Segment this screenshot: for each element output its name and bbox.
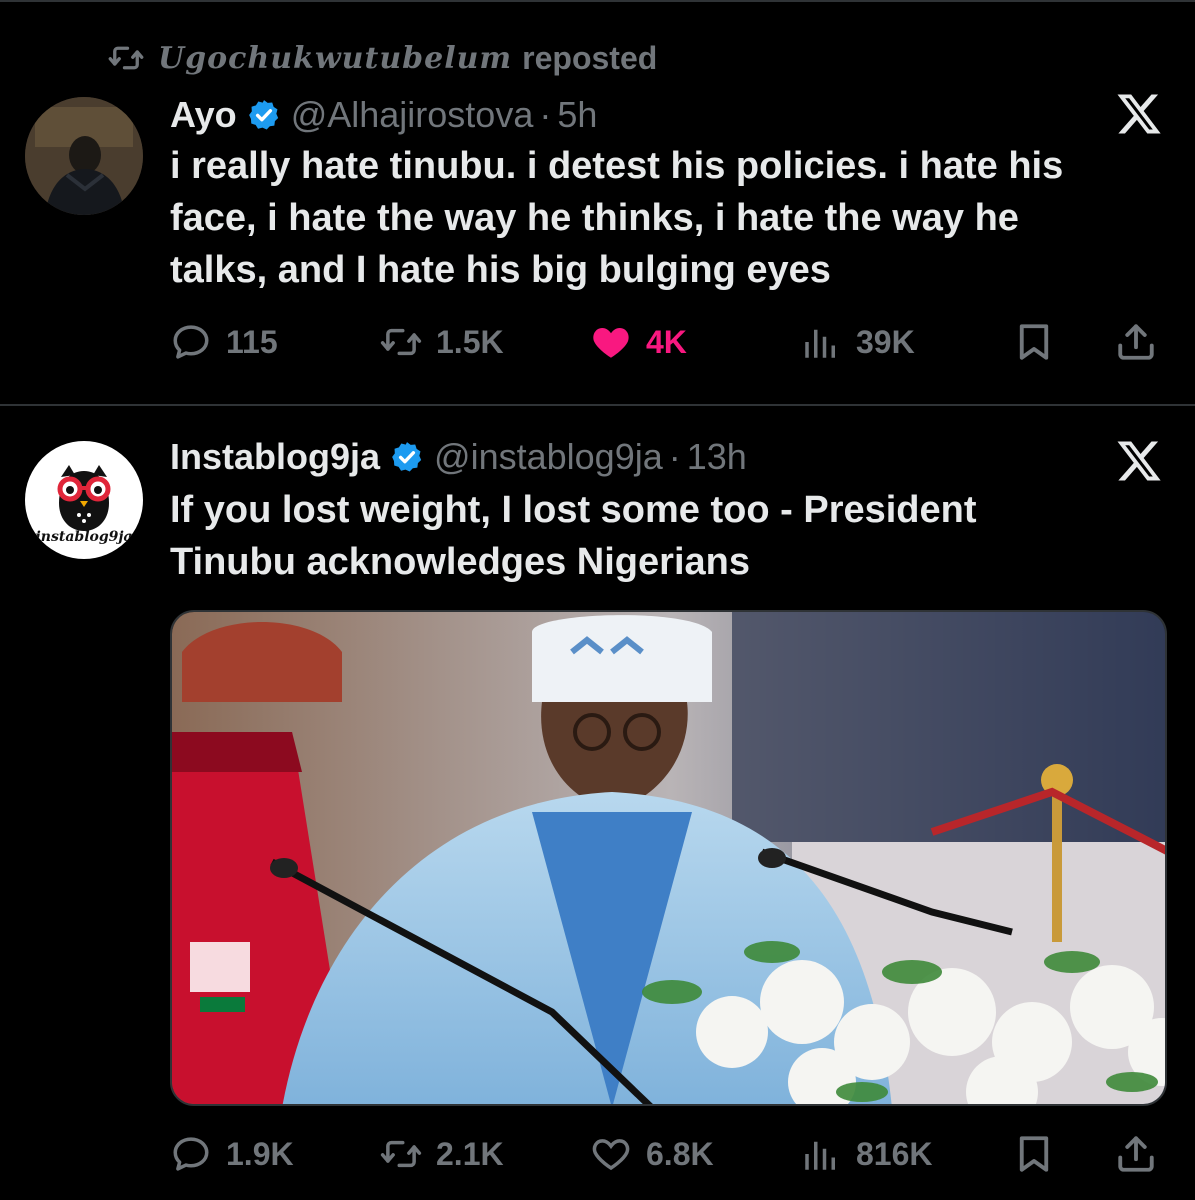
bookmark-icon bbox=[1019, 1136, 1049, 1172]
handle[interactable]: @Alhajirostova bbox=[291, 94, 534, 136]
views-button[interactable]: 39K bbox=[800, 312, 915, 372]
share-button[interactable] bbox=[1115, 312, 1157, 372]
like-button[interactable]: 6.8K bbox=[590, 1124, 714, 1184]
handle[interactable]: @instablog9ja bbox=[434, 436, 663, 478]
repost-icon bbox=[108, 46, 144, 70]
repost-icon bbox=[380, 328, 422, 356]
display-name[interactable]: Instablog9ja bbox=[170, 436, 380, 478]
separator: · bbox=[539, 94, 552, 135]
timestamp[interactable]: 5h bbox=[557, 94, 597, 136]
bookmark-button[interactable] bbox=[1013, 312, 1055, 372]
like-icon bbox=[593, 328, 629, 358]
avatar-text: instablog9ja bbox=[35, 529, 132, 545]
reply-button[interactable]: 115 bbox=[170, 312, 278, 372]
display-name[interactable]: Ayo bbox=[170, 94, 237, 136]
top-border bbox=[0, 0, 1195, 2]
timestamp[interactable]: 13h bbox=[687, 436, 747, 478]
x-logo-icon bbox=[1117, 94, 1161, 134]
like-count: 6.8K bbox=[646, 1135, 714, 1172]
bookmark-button[interactable] bbox=[1013, 1124, 1055, 1184]
share-icon bbox=[1118, 324, 1154, 360]
repost-count: 1.5K bbox=[436, 323, 504, 360]
tweet-text-line: talks, and I hate his big bulging eyes bbox=[170, 249, 831, 291]
tweet-text: i really hate tinubu. i detest his polic… bbox=[170, 140, 1063, 296]
tweet-text: If you lost weight, I lost some too - Pr… bbox=[170, 484, 977, 588]
tweet-header: Ayo @Alhajirostova · 5h bbox=[170, 90, 597, 140]
tweet-text-line: face, i hate the way he thinks, i hate t… bbox=[170, 197, 1019, 239]
repost-button[interactable]: 1.5K bbox=[380, 312, 504, 372]
repost-indicator[interactable]: Ugochukwutubelum reposted bbox=[108, 36, 657, 80]
like-button[interactable]: 4K bbox=[590, 312, 687, 372]
repost-count: 2.1K bbox=[436, 1135, 504, 1172]
tweet-text-line: i really hate tinubu. i detest his polic… bbox=[170, 145, 1064, 187]
views-count: 39K bbox=[856, 323, 915, 360]
tweet-divider bbox=[0, 404, 1195, 406]
views-count: 816K bbox=[856, 1135, 933, 1172]
action-bar: 115 1.5K 4K 39K bbox=[170, 312, 1165, 372]
avatar[interactable] bbox=[25, 97, 143, 215]
repost-button[interactable]: 2.1K bbox=[380, 1124, 504, 1184]
like-icon bbox=[592, 1139, 630, 1171]
bookmark-icon bbox=[1019, 324, 1049, 360]
tweet-header: Instablog9ja @instablog9ja · 13h bbox=[170, 432, 747, 482]
views-button[interactable]: 816K bbox=[800, 1124, 933, 1184]
separator: · bbox=[668, 436, 681, 477]
share-button[interactable] bbox=[1115, 1124, 1157, 1184]
verified-icon bbox=[248, 100, 278, 130]
views-icon bbox=[805, 1141, 835, 1170]
reply-count: 1.9K bbox=[226, 1135, 294, 1172]
action-bar: 1.9K 2.1K 6.8K 816K bbox=[170, 1124, 1165, 1184]
tweet-media-photo[interactable] bbox=[170, 610, 1167, 1106]
reposter-name[interactable]: Ugochukwutubelum bbox=[158, 41, 512, 76]
tweet-text-line: If you lost weight, I lost some too - Pr… bbox=[170, 489, 977, 531]
reply-count: 115 bbox=[226, 323, 278, 360]
reply-icon bbox=[173, 325, 209, 359]
reply-icon bbox=[173, 1137, 209, 1171]
avatar[interactable]: instablog9ja bbox=[25, 441, 143, 559]
like-count: 4K bbox=[646, 323, 687, 360]
reply-button[interactable]: 1.9K bbox=[170, 1124, 294, 1184]
repost-label: reposted bbox=[522, 39, 658, 76]
views-icon bbox=[805, 329, 835, 358]
share-icon bbox=[1118, 1136, 1154, 1172]
repost-icon bbox=[380, 1140, 422, 1168]
x-logo-icon bbox=[1117, 441, 1161, 481]
tweet-text-line: Tinubu acknowledges Nigerians bbox=[170, 541, 750, 583]
verified-icon bbox=[392, 442, 422, 472]
